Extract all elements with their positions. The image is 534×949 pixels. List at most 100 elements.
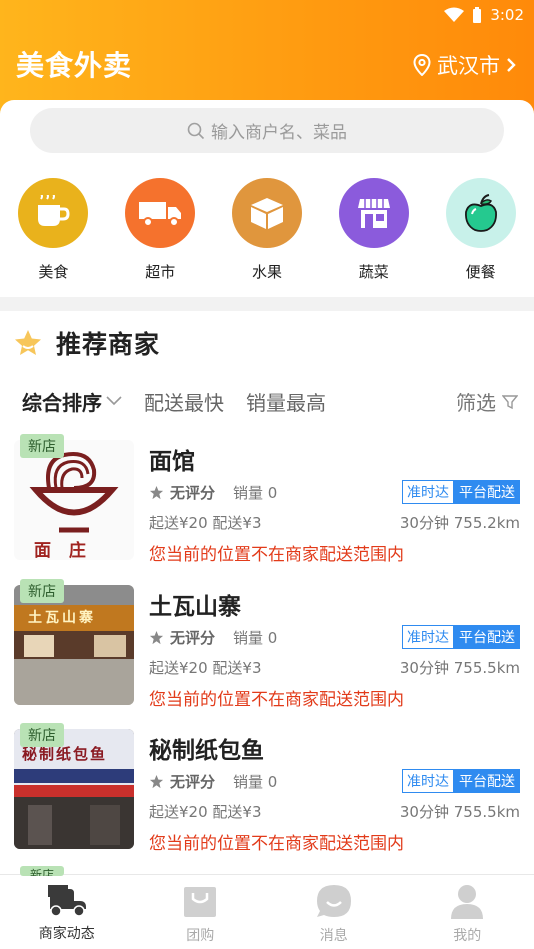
delivery-tags: 准时达 平台配送 — [402, 625, 520, 649]
sort-label: 销量最高 — [246, 390, 326, 415]
shop-card[interactable]: 新店 面 庄 面馆 无评分 销量 0 准时达 平台配送 起送¥20 配送¥3 3… — [14, 434, 520, 570]
bottom-tab-bar: 商家动态 团购 消息 我的 — [0, 874, 534, 949]
thumb-sign-text: 面 庄 — [34, 541, 92, 560]
battery-icon — [473, 7, 482, 23]
distance-text: 30分钟 755.5km — [399, 659, 520, 677]
new-store-badge: 新店 — [20, 579, 64, 603]
shop-thumbnail: 土瓦山寨 — [14, 585, 134, 705]
tab-label: 消息 — [319, 928, 348, 944]
sort-bar: 综合排序 配送最快 销量最高 筛选 — [22, 387, 518, 415]
rating-text: 无评分 — [170, 629, 216, 647]
shop-thumbnail: 面 庄 — [14, 440, 134, 560]
category-row: 美食 超市 水果 蔬菜 便餐 — [0, 178, 534, 282]
top-panel: 输入商户名、菜品 美食 超市 水果 蔬菜 便餐 — [0, 100, 534, 297]
shop-name: 秘制纸包鱼 — [149, 738, 264, 764]
platform-delivery-tag: 平台配送 — [454, 480, 520, 504]
delivery-tags: 准时达 平台配送 — [402, 480, 520, 504]
category-quick-meal[interactable]: 便餐 — [427, 178, 534, 282]
new-store-badge: 新店 — [20, 723, 64, 747]
sort-label: 综合排序 — [22, 390, 102, 415]
distance-text: 30分钟 755.5km — [399, 803, 520, 821]
rating-row: 无评分 销量 0 — [149, 627, 277, 648]
rating-text: 无评分 — [170, 773, 216, 791]
on-time-tag: 准时达 — [402, 480, 454, 504]
tab-profile[interactable]: 我的 — [401, 875, 534, 949]
section-title: 推荐商家 — [56, 330, 161, 359]
category-label: 便餐 — [465, 263, 496, 281]
sales-text: 销量 0 — [233, 629, 278, 647]
box-icon — [231, 178, 302, 248]
chat-bubble-icon — [316, 885, 351, 917]
distance-text: 30分钟 755.2km — [399, 514, 520, 532]
store-icon — [338, 178, 409, 248]
sort-comprehensive[interactable]: 综合排序 — [22, 387, 122, 416]
category-supermarket[interactable]: 超市 — [107, 178, 214, 282]
tab-label: 我的 — [453, 928, 482, 944]
category-food[interactable]: 美食 — [0, 178, 107, 282]
app-title: 美食外卖 — [16, 49, 133, 82]
wifi-icon — [444, 7, 465, 22]
filter-button[interactable]: 筛选 — [456, 387, 518, 416]
on-time-tag: 准时达 — [402, 769, 454, 793]
user-icon — [451, 885, 484, 919]
category-label: 超市 — [145, 263, 176, 281]
star-icon — [149, 485, 164, 500]
thumb-sign-text: 土瓦山寨 — [28, 610, 96, 626]
sales-text: 销量 0 — [233, 484, 278, 502]
category-label: 水果 — [251, 263, 282, 281]
shopping-bag-icon — [184, 887, 217, 917]
shop-thumbnail: 秘制纸包鱼 — [14, 729, 134, 849]
chevron-down-icon — [106, 396, 122, 406]
category-label: 蔬菜 — [358, 263, 389, 281]
filter-label: 筛选 — [456, 391, 496, 415]
section-header: 推荐商家 — [14, 325, 160, 361]
category-label: 美食 — [38, 263, 69, 281]
out-of-range-warning: 您当前的位置不在商家配送范围内 — [149, 545, 404, 565]
new-store-badge: 新店 — [20, 866, 64, 876]
city-selector[interactable]: 武汉市 — [413, 50, 516, 80]
sort-top-sales[interactable]: 销量最高 — [246, 387, 326, 416]
category-vegetable[interactable]: 蔬菜 — [320, 178, 427, 282]
shop-card[interactable]: 新店 秘制纸包鱼 秘制纸包鱼 无评分 销量 0 准时达 平台配送 起送¥20 配… — [14, 723, 520, 859]
sort-label: 配送最快 — [144, 390, 224, 415]
out-of-range-warning: 您当前的位置不在商家配送范围内 — [149, 690, 404, 710]
search-icon — [187, 122, 205, 139]
tab-messages[interactable]: 消息 — [267, 875, 401, 949]
tab-group-buy[interactable]: 团购 — [134, 875, 268, 949]
shop-card[interactable]: 新店 土瓦山寨 土瓦山寨 无评分 销量 0 准时达 平台配送 起送¥20 配送¥… — [14, 579, 520, 715]
rating-row: 无评分 销量 0 — [149, 771, 277, 792]
truck-icon — [125, 178, 196, 248]
fee-text: 起送¥20 配送¥3 — [149, 514, 262, 532]
sort-fastest[interactable]: 配送最快 — [144, 387, 224, 416]
fee-text: 起送¥20 配送¥3 — [149, 803, 262, 821]
status-time: 3:02 — [490, 6, 524, 24]
star-icon — [149, 774, 164, 789]
search-input[interactable]: 输入商户名、菜品 — [30, 108, 504, 153]
status-bar: 3:02 — [444, 4, 524, 26]
tab-merchant-feed[interactable]: 商家动态 — [0, 875, 134, 949]
rating-row: 无评分 销量 0 — [149, 482, 277, 503]
city-label: 武汉市 — [437, 54, 500, 78]
fee-text: 起送¥20 配送¥3 — [149, 659, 262, 677]
scooter-icon — [47, 885, 86, 917]
platform-delivery-tag: 平台配送 — [454, 625, 520, 649]
shop-name: 土瓦山寨 — [149, 594, 241, 620]
delivery-tags: 准时达 平台配送 — [402, 769, 520, 793]
platform-delivery-tag: 平台配送 — [454, 769, 520, 793]
rating-text: 无评分 — [170, 484, 216, 502]
location-pin-icon — [413, 54, 431, 76]
sales-text: 销量 0 — [233, 773, 278, 791]
category-fruit[interactable]: 水果 — [214, 178, 321, 282]
coffee-cup-icon — [18, 178, 89, 248]
tab-label: 团购 — [186, 928, 215, 944]
apple-icon — [445, 178, 516, 248]
filter-funnel-icon — [502, 394, 518, 409]
out-of-range-warning: 您当前的位置不在商家配送范围内 — [149, 834, 404, 854]
tab-label: 商家动态 — [38, 926, 95, 942]
new-store-badge: 新店 — [20, 434, 64, 458]
star-badge-icon — [15, 330, 41, 355]
chevron-right-icon — [507, 58, 516, 72]
star-icon — [149, 630, 164, 645]
search-placeholder: 输入商户名、菜品 — [211, 123, 347, 143]
recommended-section: 推荐商家 综合排序 配送最快 销量最高 筛选 新店 面 庄 面馆 无评分 销量 … — [0, 311, 534, 876]
